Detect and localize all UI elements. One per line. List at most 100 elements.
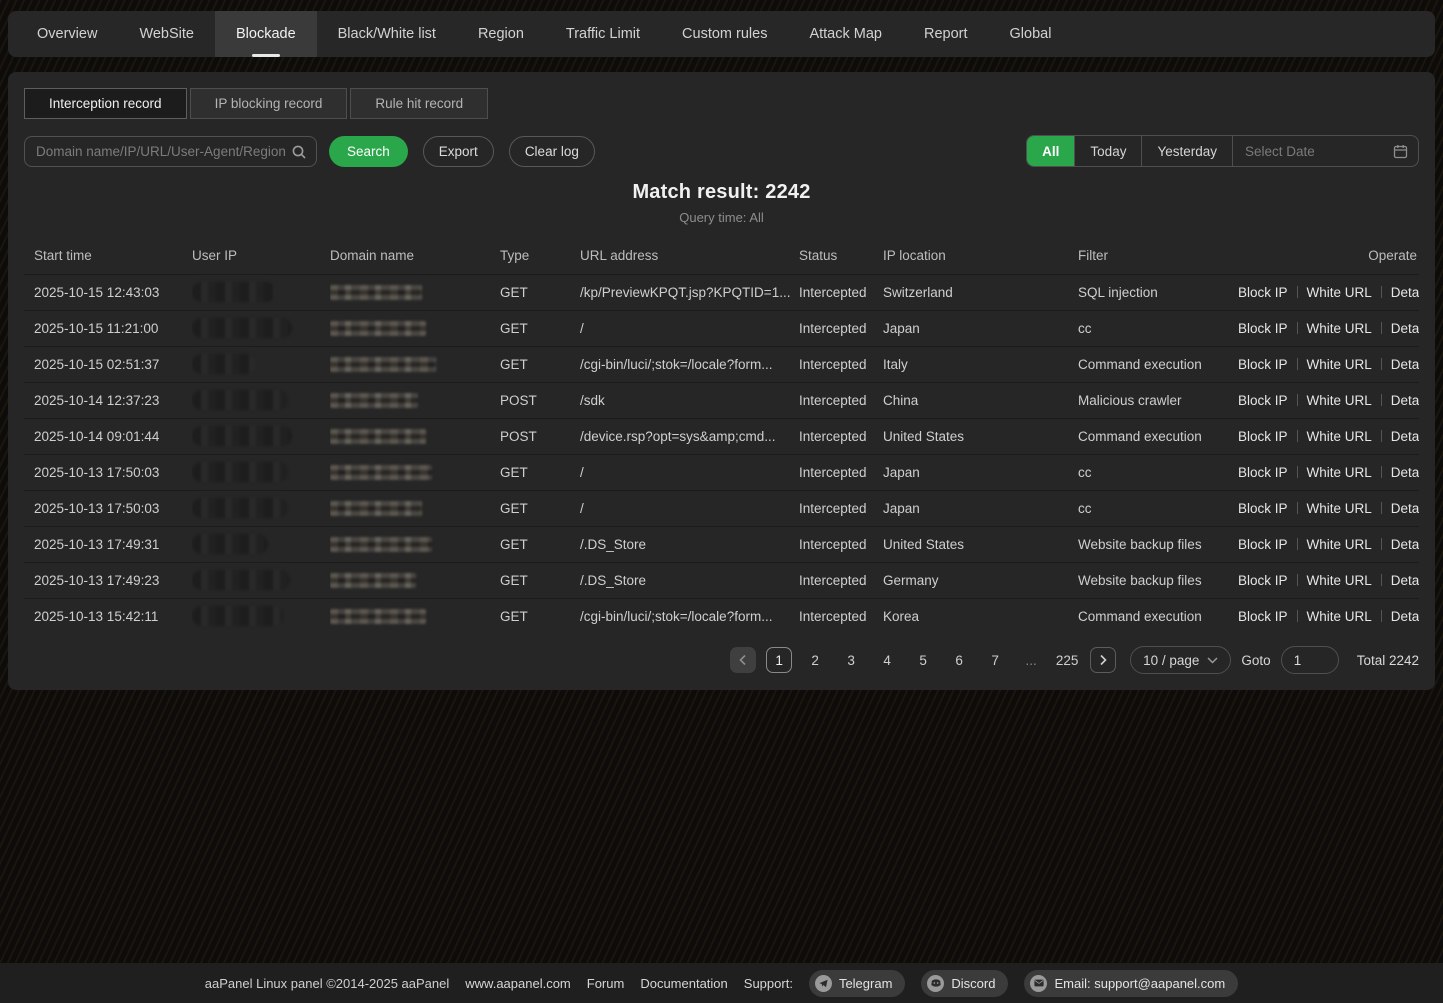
page-button-2[interactable]: 2 [802,647,828,673]
white-url-link[interactable]: White URL [1307,429,1372,444]
page-size-select[interactable]: 10 / page [1130,646,1231,674]
page-button-225[interactable]: 225 [1054,647,1080,673]
block-ip-link[interactable]: Block IP [1238,501,1288,516]
nav-tab-website[interactable]: WebSite [118,11,215,57]
nav-tab-attack-map[interactable]: Attack Map [788,11,903,57]
white-url-link[interactable]: White URL [1307,393,1372,408]
filter-today[interactable]: Today [1075,136,1142,166]
nav-tab-global[interactable]: Global [989,11,1073,57]
operate-divider [1297,286,1298,298]
cell-domain-name [330,418,500,454]
nav-tab-custom-rules[interactable]: Custom rules [661,11,788,57]
goto-page-input[interactable] [1281,646,1339,674]
block-ip-link[interactable]: Block IP [1238,465,1288,480]
white-url-link[interactable]: White URL [1307,357,1372,372]
page-button-6[interactable]: 6 [946,647,972,673]
page-button-7[interactable]: 7 [982,647,1008,673]
search-input[interactable] [25,137,316,166]
block-ip-link[interactable]: Block IP [1238,537,1288,552]
white-url-link[interactable]: White URL [1307,321,1372,336]
column-header-domain-name: Domain name [330,238,500,274]
redacted-domain [330,285,422,300]
block-ip-link[interactable]: Block IP [1238,285,1288,300]
details-link[interactable]: Details [1391,609,1419,624]
page-button-1[interactable]: 1 [766,647,792,673]
redacted-user-ip [192,282,276,302]
export-button[interactable]: Export [423,136,494,167]
next-page-button[interactable] [1090,647,1116,673]
subtab-interception-record[interactable]: Interception record [24,88,187,119]
cell-user-ip [192,562,330,598]
nav-tab-overview[interactable]: Overview [16,11,118,57]
nav-tab-region[interactable]: Region [457,11,545,57]
white-url-link[interactable]: White URL [1307,285,1372,300]
redacted-domain [330,357,436,372]
nav-tab-traffic-limit[interactable]: Traffic Limit [545,11,661,57]
details-link[interactable]: Details [1391,285,1419,300]
details-link[interactable]: Details [1391,537,1419,552]
filter-yesterday[interactable]: Yesterday [1142,136,1233,166]
block-ip-link[interactable]: Block IP [1238,393,1288,408]
discord-button[interactable]: Discord [921,970,1008,997]
select-date-input[interactable] [1233,136,1418,166]
cell-url: / [580,454,799,490]
page-button-4[interactable]: 4 [874,647,900,673]
details-link[interactable]: Details [1391,573,1419,588]
footer-link-www-aapanel-com[interactable]: www.aapanel.com [465,976,571,991]
white-url-link[interactable]: White URL [1307,573,1372,588]
nav-tab-report[interactable]: Report [903,11,989,57]
footer-link-forum[interactable]: Forum [587,976,625,991]
email-support-aapanel-com-button[interactable]: Email: support@aapanel.com [1024,970,1238,997]
cell-user-ip [192,382,330,418]
cell-domain-name [330,310,500,346]
cell-domain-name [330,346,500,382]
block-ip-link[interactable]: Block IP [1238,573,1288,588]
cell-domain-name [330,382,500,418]
details-link[interactable]: Details [1391,429,1419,444]
operate-divider [1381,502,1382,514]
block-ip-link[interactable]: Block IP [1238,321,1288,336]
search-box [24,136,317,167]
filter-all[interactable]: All [1027,136,1075,166]
redacted-user-ip [192,390,288,410]
details-link[interactable]: Details [1391,501,1419,516]
query-time-text: Query time: All [24,210,1419,225]
page-button-5[interactable]: 5 [910,647,936,673]
operate-divider [1297,322,1298,334]
footer-link-documentation[interactable]: Documentation [640,976,727,991]
search-button[interactable]: Search [329,136,408,167]
cell-user-ip [192,310,330,346]
white-url-link[interactable]: White URL [1307,609,1372,624]
nav-tab-blockade[interactable]: Blockade [215,11,317,57]
page-button-3[interactable]: 3 [838,647,864,673]
subtab-ip-blocking-record[interactable]: IP blocking record [190,88,348,119]
cell-url: /.DS_Store [580,526,799,562]
redacted-user-ip [192,606,284,626]
white-url-link[interactable]: White URL [1307,537,1372,552]
clear-log-button[interactable]: Clear log [509,136,595,167]
block-ip-link[interactable]: Block IP [1238,609,1288,624]
details-link[interactable]: Details [1391,465,1419,480]
toolbar: Search Export Clear log AllTodayYesterda… [24,135,1419,167]
telegram-button[interactable]: Telegram [809,970,905,997]
block-ip-link[interactable]: Block IP [1238,357,1288,372]
subtab-rule-hit-record[interactable]: Rule hit record [350,88,488,119]
details-link[interactable]: Details [1391,393,1419,408]
details-link[interactable]: Details [1391,357,1419,372]
white-url-link[interactable]: White URL [1307,465,1372,480]
cell-type: GET [500,274,580,310]
details-link[interactable]: Details [1391,321,1419,336]
redacted-domain [330,465,432,480]
block-ip-link[interactable]: Block IP [1238,429,1288,444]
nav-tab-black-white-list[interactable]: Black/White list [317,11,457,57]
white-url-link[interactable]: White URL [1307,501,1372,516]
operate-divider [1297,502,1298,514]
cell-status: Intercepted [799,274,883,310]
cell-start-time: 2025-10-14 12:37:23 [24,382,192,418]
cell-domain-name [330,526,500,562]
cell-url: / [580,310,799,346]
cell-operate: Block IP White URL Details [1238,562,1419,598]
redacted-user-ip [192,426,292,446]
prev-page-button[interactable] [730,647,756,673]
operate-divider [1297,466,1298,478]
